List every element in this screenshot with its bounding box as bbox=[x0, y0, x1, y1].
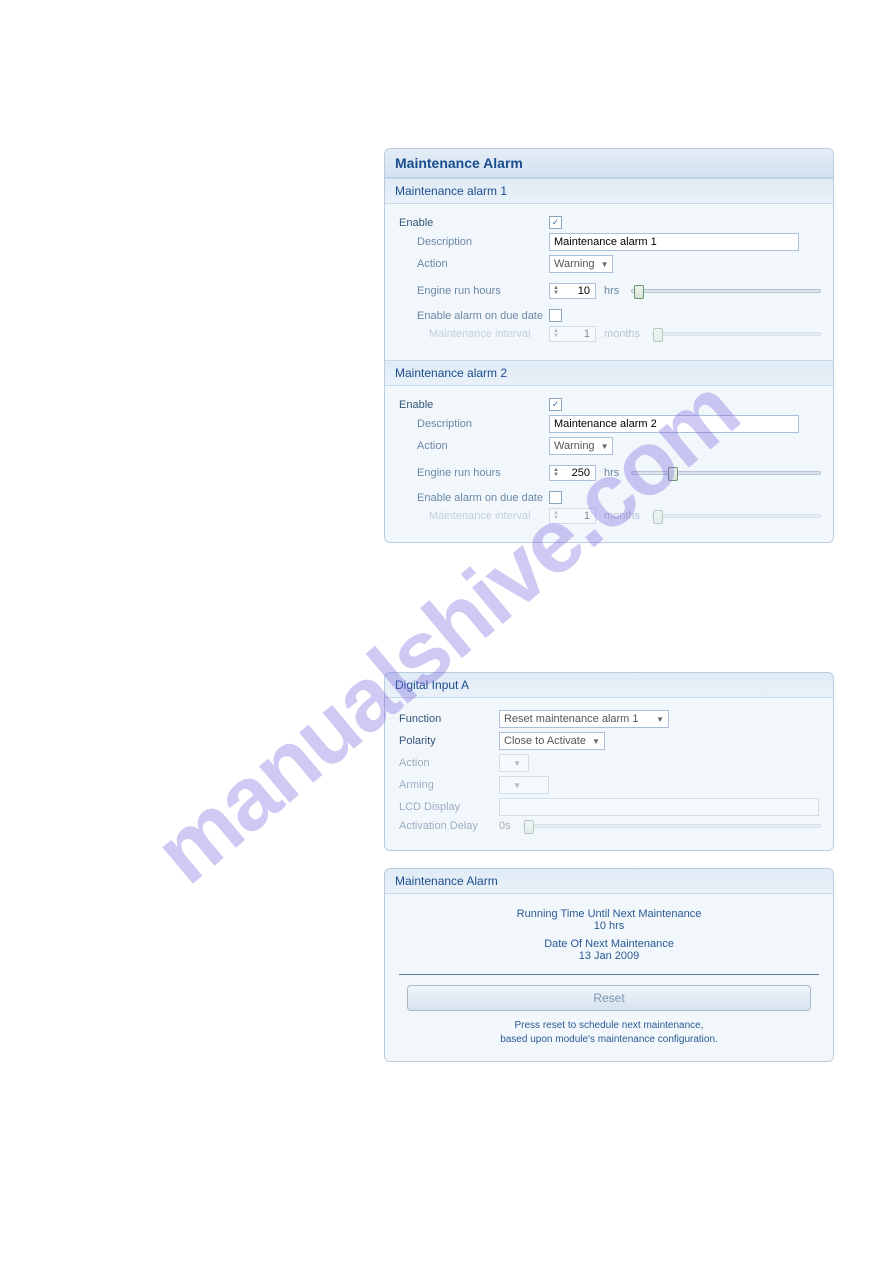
spinner-icon: ▲▼ bbox=[553, 511, 559, 521]
alarm2-interval-slider bbox=[652, 514, 821, 518]
alarm1-body: Enable Description Action Warning ▼ Engi… bbox=[385, 204, 833, 360]
maintenance-alarm-panel: Maintenance Alarm Maintenance alarm 1 En… bbox=[384, 148, 834, 543]
alarm1-interval-unit: months bbox=[604, 328, 640, 340]
arming-select: ▼ bbox=[499, 776, 549, 794]
spinner-icon[interactable]: ▲▼ bbox=[553, 468, 559, 478]
alarm2-description-label: Description bbox=[399, 418, 549, 430]
action-select: ▼ bbox=[499, 754, 529, 772]
alarm2-action-value: Warning bbox=[554, 440, 595, 452]
divider bbox=[399, 974, 819, 975]
chevron-down-icon: ▼ bbox=[513, 759, 521, 768]
alarm1-interval-slider bbox=[652, 332, 821, 336]
digital-input-body: Function Reset maintenance alarm 1 ▼ Pol… bbox=[385, 698, 833, 850]
digital-input-panel: Digital Input A Function Reset maintenan… bbox=[384, 672, 834, 851]
alarm1-enable-label: Enable bbox=[399, 217, 549, 229]
alarm1-runhours-unit: hrs bbox=[604, 285, 619, 297]
spinner-icon: ▲▼ bbox=[553, 329, 559, 339]
alarm2-runhours-slider[interactable] bbox=[631, 471, 821, 475]
polarity-select[interactable]: Close to Activate ▼ bbox=[499, 732, 605, 750]
alarm2-enable-checkbox[interactable] bbox=[549, 398, 562, 411]
alarm1-duedate-label: Enable alarm on due date bbox=[399, 310, 549, 322]
alarm1-duedate-checkbox[interactable] bbox=[549, 309, 562, 322]
reset-button[interactable]: Reset bbox=[407, 985, 810, 1011]
scada-maintenance-panel: Maintenance Alarm Running Time Until Nex… bbox=[384, 868, 834, 1062]
alarm2-interval-stepper: ▲▼ bbox=[549, 508, 596, 524]
alarm2-runhours-unit: hrs bbox=[604, 467, 619, 479]
maintenance-alarm-title: Maintenance Alarm bbox=[385, 149, 833, 178]
digital-input-title: Digital Input A bbox=[385, 673, 833, 698]
alarm1-enable-checkbox[interactable] bbox=[549, 216, 562, 229]
scada-body: Running Time Until Next Maintenance 10 h… bbox=[385, 894, 833, 1061]
scada-note-line2: based upon module's maintenance configur… bbox=[500, 1034, 718, 1045]
function-select[interactable]: Reset maintenance alarm 1 ▼ bbox=[499, 710, 669, 728]
alarm2-header: Maintenance alarm 2 bbox=[385, 360, 833, 386]
alarm1-interval-input bbox=[562, 327, 592, 341]
alarm2-runhours-input[interactable] bbox=[562, 466, 592, 480]
chevron-down-icon: ▼ bbox=[601, 260, 609, 269]
scada-date-value: 13 Jan 2009 bbox=[399, 950, 819, 962]
alarm2-interval-input bbox=[562, 509, 592, 523]
chevron-down-icon: ▼ bbox=[656, 715, 664, 724]
lcd-label: LCD Display bbox=[399, 801, 499, 813]
chevron-down-icon: ▼ bbox=[513, 781, 521, 790]
alarm2-action-select[interactable]: Warning ▼ bbox=[549, 437, 613, 455]
scada-note-line1: Press reset to schedule next maintenance… bbox=[515, 1020, 704, 1031]
delay-value: 0s bbox=[499, 820, 511, 832]
delay-slider bbox=[523, 824, 821, 828]
slider-thumb bbox=[653, 328, 663, 342]
alarm1-runhours-slider[interactable] bbox=[631, 289, 821, 293]
alarm2-body: Enable Description Action Warning ▼ Engi… bbox=[385, 386, 833, 542]
function-label: Function bbox=[399, 713, 499, 725]
slider-thumb bbox=[524, 820, 534, 834]
alarm2-duedate-checkbox[interactable] bbox=[549, 491, 562, 504]
alarm2-enable-label: Enable bbox=[399, 399, 549, 411]
slider-thumb[interactable] bbox=[634, 285, 644, 299]
action-value bbox=[504, 757, 507, 769]
scada-date-label: Date Of Next Maintenance bbox=[399, 938, 819, 950]
alarm1-runhours-label: Engine run hours bbox=[399, 285, 549, 297]
scada-running-value: 10 hrs bbox=[399, 920, 819, 932]
alarm1-interval-stepper: ▲▼ bbox=[549, 326, 596, 342]
spinner-icon[interactable]: ▲▼ bbox=[553, 286, 559, 296]
action-label: Action bbox=[399, 757, 499, 769]
slider-thumb bbox=[653, 510, 663, 524]
polarity-label: Polarity bbox=[399, 735, 499, 747]
delay-label: Activation Delay bbox=[399, 820, 499, 832]
alarm2-interval-label: Maintenance interval bbox=[399, 510, 549, 522]
slider-thumb[interactable] bbox=[668, 467, 678, 481]
polarity-value: Close to Activate bbox=[504, 735, 586, 747]
alarm2-duedate-label: Enable alarm on due date bbox=[399, 492, 549, 504]
alarm1-runhours-input[interactable] bbox=[562, 284, 592, 298]
alarm2-description-input[interactable] bbox=[549, 415, 799, 433]
scada-note: Press reset to schedule next maintenance… bbox=[399, 1019, 819, 1047]
alarm1-description-label: Description bbox=[399, 236, 549, 248]
chevron-down-icon: ▼ bbox=[592, 737, 600, 746]
alarm1-header: Maintenance alarm 1 bbox=[385, 178, 833, 204]
alarm1-action-select[interactable]: Warning ▼ bbox=[549, 255, 613, 273]
alarm1-runhours-stepper[interactable]: ▲▼ bbox=[549, 283, 596, 299]
alarm1-action-label: Action bbox=[399, 258, 549, 270]
arming-value bbox=[504, 779, 507, 791]
scada-title: Maintenance Alarm bbox=[385, 869, 833, 894]
chevron-down-icon: ▼ bbox=[601, 442, 609, 451]
alarm1-description-input[interactable] bbox=[549, 233, 799, 251]
alarm2-runhours-stepper[interactable]: ▲▼ bbox=[549, 465, 596, 481]
alarm1-action-value: Warning bbox=[554, 258, 595, 270]
function-value: Reset maintenance alarm 1 bbox=[504, 713, 639, 725]
scada-running-label: Running Time Until Next Maintenance bbox=[399, 908, 819, 920]
alarm1-interval-label: Maintenance interval bbox=[399, 328, 549, 340]
alarm2-action-label: Action bbox=[399, 440, 549, 452]
lcd-input bbox=[499, 798, 819, 816]
alarm2-interval-unit: months bbox=[604, 510, 640, 522]
arming-label: Arming bbox=[399, 779, 499, 791]
alarm2-runhours-label: Engine run hours bbox=[399, 467, 549, 479]
